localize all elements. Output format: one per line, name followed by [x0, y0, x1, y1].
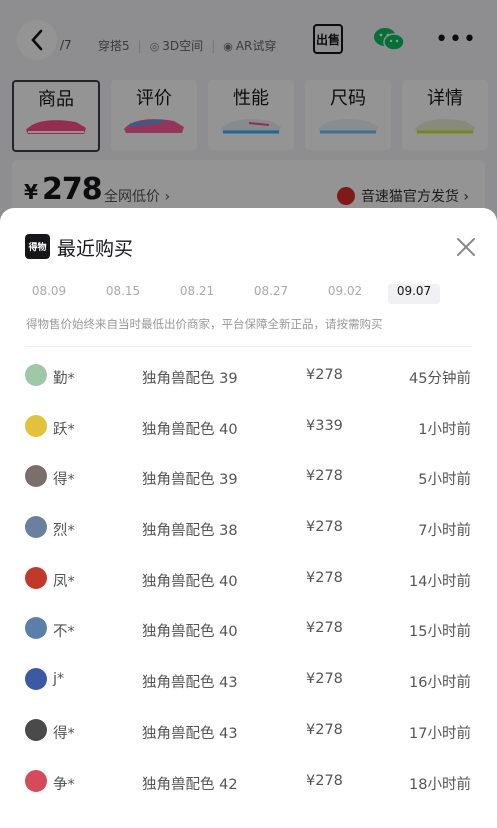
- price-note: 得物售价始终来自当时最低出价商家，平台保障全新正品，请按需购买: [26, 317, 383, 331]
- list-item: 勤* 独角兽配色 39 ¥278 45分钟前: [12, 350, 485, 401]
- avatar: [25, 465, 47, 488]
- list-item: 得* 独角兽配色 39 ¥278 5小时前: [12, 451, 485, 502]
- sheet-header: 得物 最近购买: [0, 208, 497, 284]
- purchase-time: 45分钟前: [409, 371, 471, 387]
- date-axis: 08.09 08.15 08.21 08.27 09.02 09.07: [12, 284, 485, 304]
- sku-variant: 独角兽配色 42: [142, 776, 238, 793]
- date-label-active: 09.07: [388, 284, 440, 304]
- sku-variant: 独角兽配色 39: [142, 472, 238, 489]
- purchase-price: ¥278: [306, 620, 343, 637]
- recent-purchases-sheet: 得物 最近购买 08.09 08.15 08.21 08.27 09.02 09…: [0, 208, 497, 828]
- sku-variant: 独角兽配色 38: [142, 523, 238, 540]
- sku-variant: 独角兽配色 40: [142, 624, 238, 641]
- sku-variant: 独角兽配色 43: [142, 675, 238, 692]
- purchase-price: ¥278: [306, 772, 343, 789]
- purchase-price: ¥278: [306, 671, 343, 688]
- purchase-list: 勤* 独角兽配色 39 ¥278 45分钟前 跃* 独角兽配色 40 ¥339 …: [12, 350, 485, 806]
- purchase-time: 18小时前: [409, 776, 471, 793]
- sheet-title: 最近购买: [57, 238, 134, 260]
- buyer-name: 得*: [53, 725, 75, 742]
- list-item: 跃* 独角兽配色 40 ¥339 1小时前: [12, 401, 485, 452]
- date-label: 08.09: [31, 284, 67, 298]
- avatar: [25, 769, 47, 792]
- purchase-time: 7小时前: [418, 523, 471, 540]
- avatar: [25, 516, 47, 539]
- avatar: [25, 617, 47, 640]
- buyer-name: 凤*: [53, 573, 75, 590]
- dewu-logo-icon: 得物: [25, 234, 50, 259]
- list-item: 得* 独角兽配色 43 ¥278 17小时前: [12, 705, 485, 756]
- date-label: 08.27: [253, 284, 289, 298]
- purchase-time: 17小时前: [409, 725, 471, 742]
- purchase-price: ¥278: [306, 367, 343, 383]
- buyer-name: 不*: [53, 624, 75, 641]
- purchase-time: 5小时前: [418, 472, 471, 489]
- avatar: [25, 364, 47, 386]
- sku-variant: 独角兽配色 39: [142, 371, 238, 387]
- purchase-time: 16小时前: [409, 675, 471, 692]
- date-label: 09.02: [327, 284, 363, 298]
- purchase-price: ¥339: [306, 417, 343, 434]
- buyer-name: j*: [53, 671, 65, 688]
- purchase-time: 15小时前: [409, 624, 471, 641]
- sku-variant: 独角兽配色 40: [142, 421, 238, 438]
- purchase-time: 1小时前: [418, 421, 471, 438]
- list-item: j* 独角兽配色 43 ¥278 16小时前: [12, 654, 485, 705]
- purchase-price: ¥278: [306, 519, 343, 536]
- buyer-name: 争*: [53, 776, 75, 793]
- list-item: 不* 独角兽配色 40 ¥278 15小时前: [12, 603, 485, 654]
- list-item: 争* 独角兽配色 42 ¥278 18小时前: [12, 756, 485, 807]
- purchase-time: 14小时前: [409, 573, 471, 590]
- buyer-name: 得*: [53, 472, 75, 489]
- avatar: [25, 414, 47, 437]
- avatar: [25, 566, 47, 589]
- purchase-price: ¥278: [306, 468, 343, 485]
- divider: [26, 346, 472, 347]
- date-label: 08.21: [179, 284, 215, 298]
- purchase-price: ¥278: [306, 569, 343, 586]
- date-label: 08.15: [105, 284, 141, 298]
- sku-variant: 独角兽配色 43: [142, 725, 238, 742]
- buyer-name: 跃*: [53, 421, 75, 438]
- list-item: 凤* 独角兽配色 40 ¥278 14小时前: [12, 553, 485, 604]
- purchase-list-scroll[interactable]: 08.09 08.15 08.21 08.27 09.02 09.07 得物售价…: [12, 284, 485, 824]
- purchase-price: ¥278: [306, 721, 343, 738]
- avatar: [25, 668, 47, 691]
- sku-variant: 独角兽配色 40: [142, 573, 238, 590]
- buyer-name: 勤*: [53, 371, 75, 387]
- list-item: 烈* 独角兽配色 38 ¥278 7小时前: [12, 502, 485, 553]
- buyer-name: 烈*: [53, 523, 75, 540]
- close-icon[interactable]: [455, 236, 477, 258]
- avatar: [25, 718, 47, 741]
